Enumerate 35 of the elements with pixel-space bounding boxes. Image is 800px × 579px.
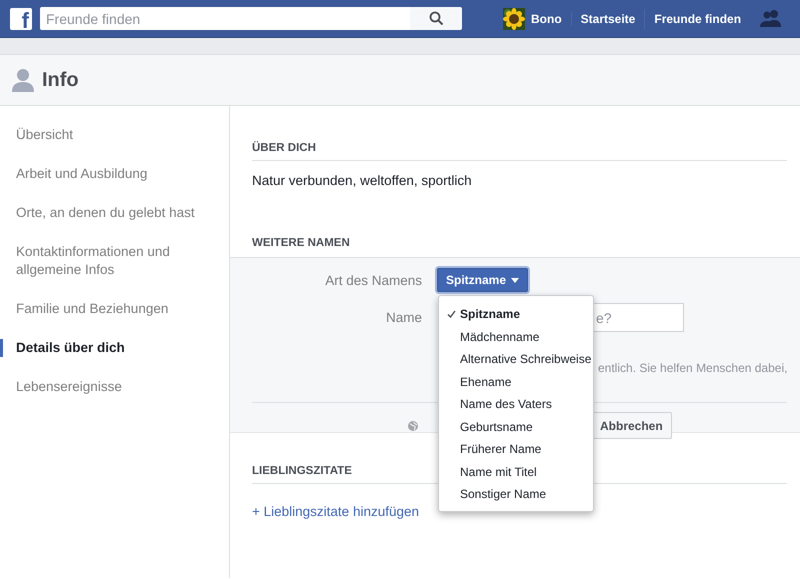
profile-link[interactable]: Bono	[531, 12, 572, 26]
menu-item[interactable]: Alternative Schreibweise	[439, 348, 593, 370]
menu-item[interactable]: Geburtsname	[439, 416, 593, 438]
person-icon	[12, 68, 34, 92]
caret-icon	[511, 278, 520, 282]
search-button[interactable]	[410, 7, 462, 30]
nav-link[interactable]: Startseite	[572, 8, 646, 28]
help-text: entlich. Sie helfen Menschen dabei,	[598, 361, 788, 375]
cancel-button[interactable]: Abbrechen	[591, 412, 672, 439]
sidebar-item[interactable]: Details über dich	[0, 339, 229, 357]
menu-item[interactable]: Sonstiger Name	[439, 483, 593, 506]
section-heading: WEITERE NAMEN	[252, 237, 351, 251]
add-quotes-link[interactable]: + Lieblingszitate hinzufügen	[252, 504, 419, 519]
menu-item[interactable]: Mädchenname	[439, 326, 593, 348]
page-title: Info	[42, 68, 79, 92]
about-text: Natur verbunden, weltoffen, sportlich	[252, 173, 473, 188]
menu-item[interactable]: Spitzname	[439, 303, 593, 326]
sidebar-item[interactable]: Arbeit und Ausbildung	[0, 165, 229, 183]
menu-item[interactable]: Name des Vaters	[439, 393, 593, 416]
section-heading: ÜBER DICH	[252, 142, 788, 161]
sidebar-item[interactable]: Kontaktinformationen und allgemeine Infos	[0, 243, 229, 279]
sidebar-item[interactable]: Lebensereignisse	[0, 378, 229, 396]
field-label: Art des Namens	[324, 272, 423, 288]
sidebar-item[interactable]: Familie und Beziehungen	[0, 300, 229, 318]
check-icon	[447, 310, 456, 318]
name-type-dropdown[interactable]: Spitzname	[437, 268, 528, 292]
nav-link[interactable]: Freunde finden	[645, 8, 750, 28]
logo[interactable]: f	[10, 8, 32, 30]
search-field[interactable]: Freunde finden	[40, 7, 410, 30]
menu-item[interactable]: Früherer Name	[439, 438, 593, 460]
menu-item[interactable]: Ehename	[439, 370, 593, 393]
search-icon	[428, 11, 444, 26]
field-label: Name	[384, 310, 423, 325]
sidebar-item[interactable]: Orte, an denen du gelebt hast	[0, 204, 229, 222]
sidebar-item[interactable]: Übersicht	[0, 126, 229, 144]
